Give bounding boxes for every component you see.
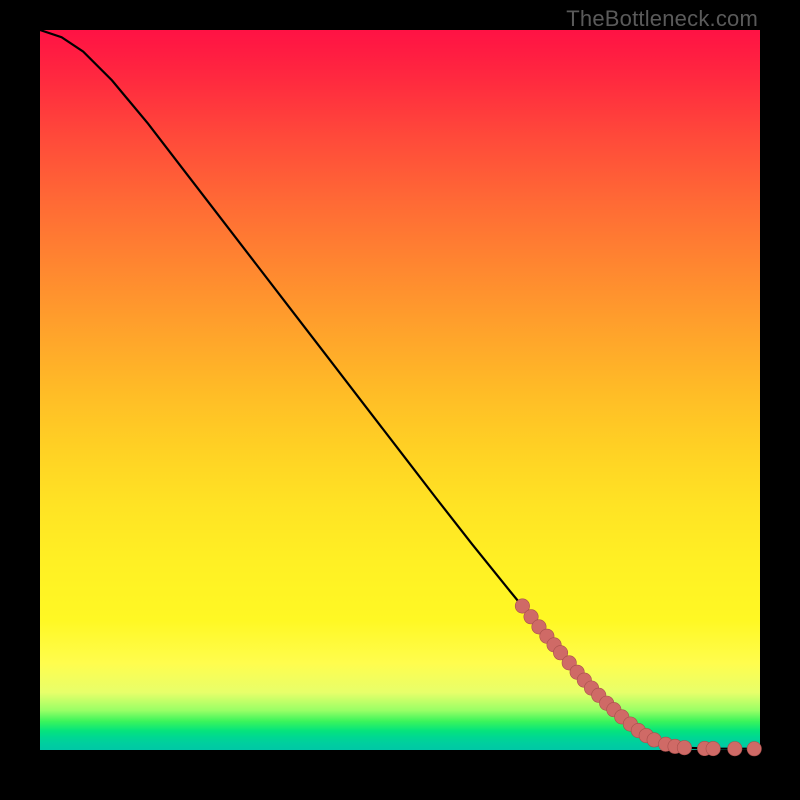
marker-dot (728, 742, 742, 756)
watermark-text: TheBottleneck.com (566, 6, 758, 32)
chart-frame: TheBottleneck.com (0, 0, 800, 800)
marker-dot (747, 742, 761, 756)
chart-svg (40, 30, 760, 750)
curve-line (40, 30, 760, 749)
marker-dot (677, 741, 691, 755)
marker-dot (706, 741, 720, 755)
marker-dots (515, 599, 761, 756)
plot-area (40, 30, 760, 750)
